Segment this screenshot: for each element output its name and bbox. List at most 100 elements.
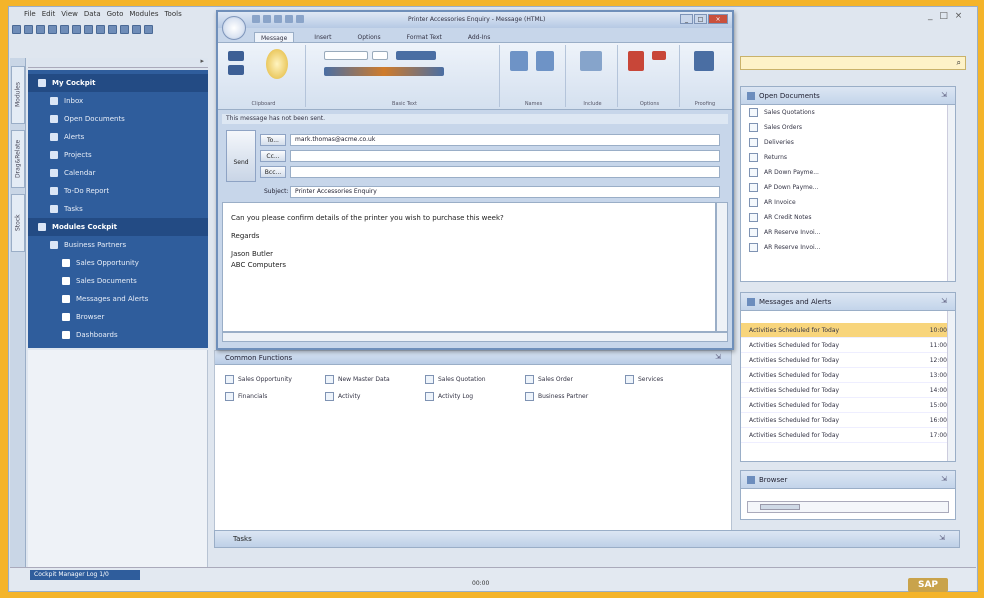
body-horizontal-scrollbar[interactable] <box>222 332 728 342</box>
send-button[interactable]: Send <box>226 130 256 182</box>
follow-up-flag-icon[interactable] <box>628 51 644 71</box>
menu-data[interactable]: Data <box>84 10 101 18</box>
message-row[interactable]: Activities Scheduled for Today 15:00 <box>741 398 955 413</box>
open-document-item[interactable]: Sales Orders <box>741 120 955 135</box>
search-icon[interactable]: ⌕ <box>957 58 961 68</box>
menu-view[interactable]: View <box>61 10 78 18</box>
undo-icon[interactable] <box>263 15 271 23</box>
toolbar-icon[interactable] <box>132 24 141 34</box>
cc-field[interactable] <box>290 150 720 162</box>
format-icons[interactable] <box>396 51 436 60</box>
bcc-button[interactable]: Bcc... <box>260 166 286 178</box>
menu-edit[interactable]: Edit <box>42 10 56 18</box>
open-document-item[interactable]: AR Reserve Invoi... <box>741 225 955 240</box>
spelling-icon[interactable] <box>694 51 714 71</box>
message-row[interactable]: Activities Scheduled for Today 12:00 <box>741 353 955 368</box>
nav-item[interactable]: Messages and Alerts <box>28 290 208 308</box>
collapse-arrow-icon[interactable]: ▸ <box>200 57 204 65</box>
open-document-item[interactable]: AR Reserve Invoi... <box>741 240 955 255</box>
side-tab-modules[interactable]: Modules <box>11 66 25 124</box>
text-format-icons[interactable] <box>324 67 444 76</box>
address-book-icon[interactable] <box>510 51 528 71</box>
subject-field[interactable]: Printer Accessories Enquiry <box>290 186 720 198</box>
toolbar-icon[interactable] <box>120 24 129 34</box>
open-document-item[interactable]: Returns <box>741 150 955 165</box>
scrollbar[interactable] <box>947 105 955 281</box>
nav-item[interactable]: Business Partners <box>28 236 208 254</box>
to-button[interactable]: To... <box>260 134 286 146</box>
menu-file[interactable]: File <box>24 10 36 18</box>
open-document-item[interactable]: Deliveries <box>741 135 955 150</box>
nav-item[interactable]: Tasks <box>28 200 208 218</box>
body-vertical-scrollbar[interactable] <box>716 202 728 332</box>
open-document-item[interactable]: AR Invoice <box>741 195 955 210</box>
message-body[interactable]: Can you please confirm details of the pr… <box>222 202 716 332</box>
toolbar-icon[interactable] <box>24 24 33 34</box>
up-icon[interactable] <box>285 15 293 23</box>
app-window-controls[interactable]: _ □ × <box>928 11 964 21</box>
message-row[interactable]: Activities Scheduled for Today 11:00 <box>741 338 955 353</box>
open-document-item[interactable]: AP Down Payme... <box>741 180 955 195</box>
nav-item[interactable]: Sales Documents <box>28 272 208 290</box>
nav-item[interactable]: To-Do Report <box>28 182 208 200</box>
toolbar-icon[interactable] <box>96 24 105 34</box>
toolbar-icon[interactable] <box>36 24 45 34</box>
pin-icon[interactable]: ⇲ <box>941 91 947 99</box>
toolbar-icon[interactable] <box>84 24 93 34</box>
close-button[interactable]: × <box>708 14 728 24</box>
browser-scrollbar[interactable] <box>747 501 949 513</box>
nav-item[interactable]: Projects <box>28 146 208 164</box>
common-function-link[interactable]: Financials <box>225 392 325 401</box>
common-function-link[interactable]: Business Partner <box>525 392 625 401</box>
status-tab[interactable]: Cockpit Manager Log 1/0 <box>30 570 140 580</box>
common-function-link[interactable]: Sales Opportunity <box>225 375 325 384</box>
office-button[interactable] <box>222 16 246 40</box>
common-function-link[interactable]: Services <box>625 375 725 384</box>
toolbar-icon[interactable] <box>48 24 57 34</box>
common-function-link[interactable]: Sales Order <box>525 375 625 384</box>
nav-item[interactable]: Alerts <box>28 128 208 146</box>
open-document-item[interactable]: AR Credit Notes <box>741 210 955 225</box>
nav-item[interactable]: Sales Opportunity <box>28 254 208 272</box>
scroll-thumb[interactable] <box>760 504 800 510</box>
common-function-link[interactable]: New Master Data <box>325 375 425 384</box>
paste-icon[interactable] <box>266 49 288 79</box>
tasks-bar[interactable]: Tasks ⇲ <box>214 530 960 548</box>
save-icon[interactable] <box>252 15 260 23</box>
down-icon[interactable] <box>296 15 304 23</box>
menu-modules[interactable]: Modules <box>129 10 158 18</box>
nav-item[interactable]: My Cockpit <box>28 74 208 92</box>
high-importance-icon[interactable] <box>652 51 666 60</box>
check-names-icon[interactable] <box>536 51 554 71</box>
copy-icon[interactable] <box>228 65 244 75</box>
nav-item[interactable]: Open Documents <box>28 110 208 128</box>
attach-file-icon[interactable] <box>580 51 602 71</box>
to-field[interactable]: mark.thomas@acme.co.uk <box>290 134 720 146</box>
toolbar-icon[interactable] <box>144 24 153 34</box>
side-tab-stock[interactable]: Stock <box>11 194 25 252</box>
pin-icon[interactable]: ⇲ <box>939 534 945 542</box>
nav-item[interactable]: Inbox <box>28 92 208 110</box>
side-tab-drag-relate[interactable]: Drag&Relate <box>11 130 25 188</box>
nav-item[interactable]: Browser <box>28 308 208 326</box>
toolbar-icon[interactable] <box>108 24 117 34</box>
pin-icon[interactable]: ⇲ <box>941 297 947 305</box>
common-function-link[interactable]: Activity <box>325 392 425 401</box>
message-row[interactable]: Activities Scheduled for Today 13:00 <box>741 368 955 383</box>
message-row[interactable]: Activities Scheduled for Today 17:00 <box>741 428 955 443</box>
open-document-item[interactable]: AR Down Payme... <box>741 165 955 180</box>
message-row[interactable]: Activities Scheduled for Today 16:00 <box>741 413 955 428</box>
common-function-link[interactable]: Activity Log <box>425 392 525 401</box>
maximize-button[interactable]: □ <box>694 14 707 24</box>
nav-item[interactable]: Calendar <box>28 164 208 182</box>
search-input[interactable]: ⌕ <box>740 56 966 70</box>
toolbar-icon[interactable] <box>60 24 69 34</box>
pin-icon[interactable]: ⇲ <box>715 353 721 361</box>
toolbar-icon[interactable] <box>12 24 21 34</box>
bcc-field[interactable] <box>290 166 720 178</box>
nav-item[interactable]: Dashboards <box>28 326 208 344</box>
menu-goto[interactable]: Goto <box>107 10 124 18</box>
open-document-item[interactable]: Sales Quotations <box>741 105 955 120</box>
scrollbar[interactable] <box>947 311 955 461</box>
redo-icon[interactable] <box>274 15 282 23</box>
